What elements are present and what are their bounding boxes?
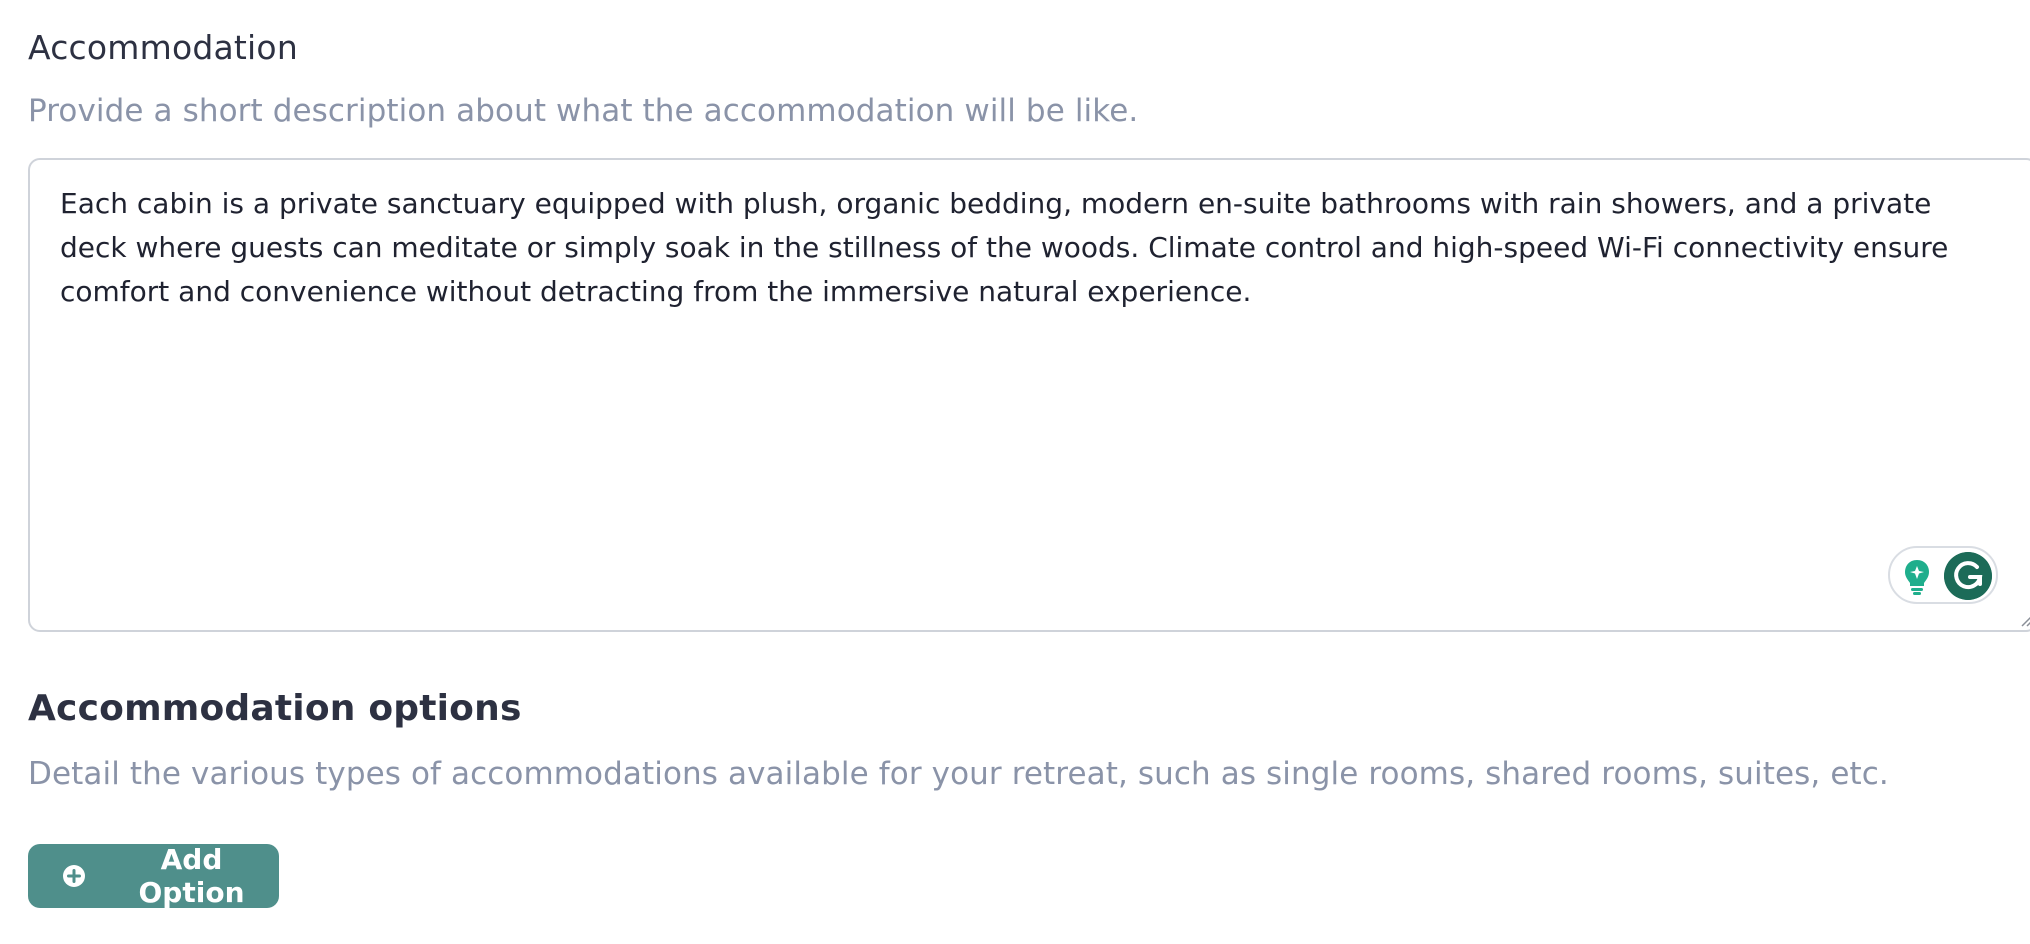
resize-handle-icon[interactable] <box>2018 612 2030 628</box>
accommodation-description-input[interactable]: Each cabin is a private sanctuary equipp… <box>30 160 2030 630</box>
accommodation-title: Accommodation <box>28 28 298 67</box>
accommodation-options-helper-text: Detail the various types of accommodatio… <box>28 756 1889 792</box>
add-option-button[interactable]: Add Option <box>28 843 279 909</box>
lightbulb-icon[interactable] <box>1902 558 1932 596</box>
accommodation-description-container: Each cabin is a private sanctuary equipp… <box>28 158 2030 632</box>
accommodation-helper-text: Provide a short description about what t… <box>28 93 1139 129</box>
grammarly-widget[interactable] <box>1888 546 1998 604</box>
grammarly-logo-icon[interactable] <box>1944 552 1992 600</box>
plus-circle-icon <box>63 865 85 887</box>
add-option-label: Add Option <box>138 843 245 909</box>
page: Accommodation Provide a short descriptio… <box>0 0 2030 944</box>
accommodation-options-title: Accommodation options <box>28 688 522 729</box>
